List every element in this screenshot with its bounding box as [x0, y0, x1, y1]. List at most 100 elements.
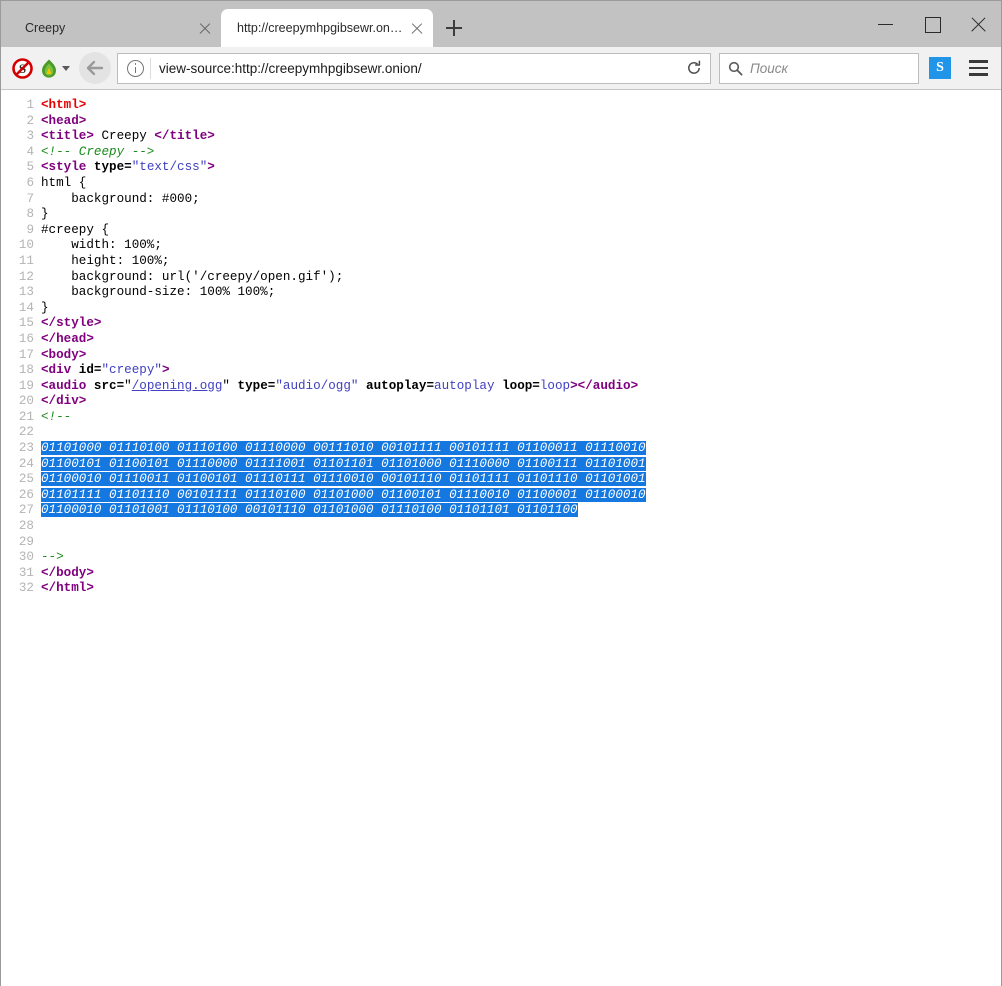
browser-window: Creepy http://creepymhpgibsewr.oni... S [0, 0, 1002, 986]
source-line: 19<audio src="/opening.ogg" type="audio/… [1, 379, 1001, 395]
noscript-icon: S [12, 58, 33, 79]
source-line: 28 [1, 519, 1001, 535]
line-number: 21 [1, 410, 41, 426]
line-number: 5 [1, 160, 41, 176]
chevron-down-icon[interactable] [62, 66, 70, 71]
code-token: <style [41, 160, 94, 174]
code-token: <title> [41, 129, 94, 143]
code-token: --> [41, 550, 64, 564]
tab-bar: Creepy http://creepymhpgibsewr.oni... [1, 1, 1001, 47]
reload-button[interactable] [680, 54, 708, 82]
source-line: 3<title> Creepy </title> [1, 129, 1001, 145]
source-code-view[interactable]: 1<html>2<head>3<title> Creepy </title>4<… [1, 90, 1001, 986]
line-number: 19 [1, 379, 41, 395]
line-content: <html> [41, 98, 86, 114]
line-content: <audio src="/opening.ogg" type="audio/og… [41, 379, 638, 395]
code-token: " [124, 379, 132, 393]
code-token: } [41, 207, 49, 221]
source-line: 17<body> [1, 348, 1001, 364]
code-token: <!-- Creepy --> [41, 145, 154, 159]
line-content: --> [41, 550, 64, 566]
line-content: <head> [41, 114, 86, 130]
code-token: </head> [41, 332, 94, 346]
code-token: </body> [41, 566, 94, 580]
line-number: 16 [1, 332, 41, 348]
line-number: 17 [1, 348, 41, 364]
code-token: background: url('/creepy/open.gif'); [41, 270, 343, 284]
address-input[interactable]: view-source:http://creepymhpgibsewr.onio… [159, 61, 680, 76]
source-line: 11 height: 100%; [1, 254, 1001, 270]
line-number: 27 [1, 503, 41, 519]
line-content: 01100010 01110011 01100101 01110111 0111… [41, 472, 646, 488]
line-number: 23 [1, 441, 41, 457]
line-number: 29 [1, 535, 41, 551]
hamburger-menu-icon [969, 60, 988, 63]
code-token: src= [94, 379, 124, 393]
tab-view-source[interactable]: http://creepymhpgibsewr.oni... [221, 9, 433, 47]
source-line: 2701100010 01101001 01110100 00101110 01… [1, 503, 1001, 519]
line-number: 24 [1, 457, 41, 473]
line-content: </html> [41, 581, 94, 597]
selected-binary-text: 01100101 01100101 01110000 01111001 0110… [41, 457, 646, 471]
code-token: <div [41, 363, 79, 377]
source-line: 31</body> [1, 566, 1001, 582]
code-token: width: 100%; [41, 238, 162, 252]
search-bar[interactable]: Поиск [719, 53, 919, 84]
line-content: </style> [41, 316, 101, 332]
code-token: Creepy [94, 129, 154, 143]
line-content: } [41, 207, 49, 223]
line-number: 1 [1, 98, 41, 114]
close-tab-icon[interactable] [195, 18, 215, 38]
line-number: 25 [1, 472, 41, 488]
line-content: <body> [41, 348, 86, 364]
code-token: autoplay= [358, 379, 434, 393]
line-number: 31 [1, 566, 41, 582]
code-token: loop= [495, 379, 540, 393]
noscript-button[interactable]: S [7, 53, 37, 83]
line-number: 13 [1, 285, 41, 301]
tor-button[interactable] [37, 53, 71, 83]
tab-title: Creepy [25, 21, 195, 35]
search-input[interactable]: Поиск [750, 61, 788, 76]
line-content: <!-- [41, 410, 71, 426]
close-window-button[interactable] [955, 1, 1001, 47]
source-line: 1<html> [1, 98, 1001, 114]
line-content: #creepy { [41, 223, 109, 239]
selected-binary-text: 01101111 01101110 00101111 01110100 0110… [41, 488, 646, 502]
tab-creepy[interactable]: Creepy [9, 9, 221, 47]
address-bar[interactable]: view-source:http://creepymhpgibsewr.onio… [117, 53, 711, 84]
code-token: type= [94, 160, 132, 174]
menu-button[interactable] [961, 53, 995, 83]
code-token: > [207, 160, 215, 174]
code-token: autoplay [434, 379, 494, 393]
line-number: 20 [1, 394, 41, 410]
code-token: > [570, 379, 578, 393]
code-token: " [222, 379, 230, 393]
line-number: 30 [1, 550, 41, 566]
selected-binary-text: 01100010 01101001 01110100 00101110 0110… [41, 503, 578, 517]
line-number: 4 [1, 145, 41, 161]
minimize-button[interactable] [863, 1, 909, 47]
source-line: 2<head> [1, 114, 1001, 130]
line-content: 01100101 01100101 01110000 01111001 0110… [41, 457, 646, 473]
line-number: 7 [1, 192, 41, 208]
line-content: </head> [41, 332, 94, 348]
code-token: } [41, 301, 49, 315]
line-content: 01101000 01110100 01110100 01110000 0011… [41, 441, 646, 457]
navigation-toolbar: S view-source:http://cree [1, 47, 1001, 90]
source-line: 13 background-size: 100% 100%; [1, 285, 1001, 301]
code-token: <!-- [41, 410, 71, 424]
close-tab-icon[interactable] [407, 18, 427, 38]
line-content: } [41, 301, 49, 317]
extension-button[interactable]: S [929, 57, 951, 79]
hamburger-menu-icon [969, 73, 988, 76]
back-button[interactable] [79, 52, 111, 84]
code-token: background-size: 100% 100%; [41, 285, 275, 299]
site-info-icon[interactable] [127, 60, 144, 77]
code-token: <audio [41, 379, 94, 393]
source-line: 32</html> [1, 581, 1001, 597]
new-tab-button[interactable] [437, 11, 471, 45]
maximize-button[interactable] [909, 1, 955, 47]
line-content: </body> [41, 566, 94, 582]
back-arrow-icon [86, 60, 104, 76]
